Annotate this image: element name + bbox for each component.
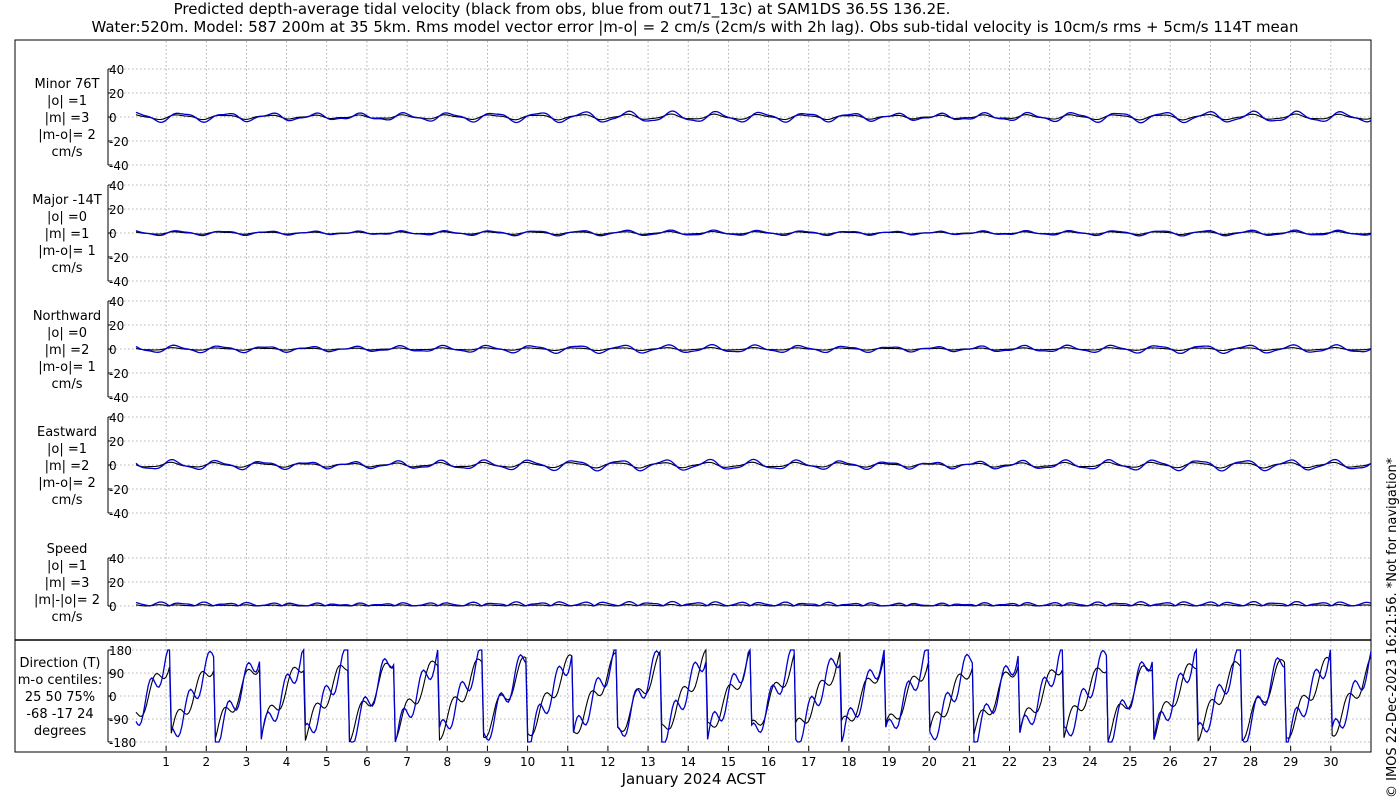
x-tick-label: 11 <box>560 755 575 769</box>
x-tick-label: 5 <box>323 755 331 769</box>
y-tick-label: 40 <box>109 63 124 77</box>
panel-label-major: |o| =0 <box>47 210 87 225</box>
panel-label-speed: Speed <box>47 542 88 557</box>
y-tick-label: 40 <box>109 295 124 309</box>
panel-label-direction: 25 50 75% <box>25 690 95 705</box>
panel-label-direction: m-o centiles: <box>18 673 103 688</box>
x-tick-label: 18 <box>841 755 856 769</box>
panel-label-direction: degrees <box>34 724 87 739</box>
panel-label-direction: Direction (T) <box>20 656 101 671</box>
panel-label-minor: cm/s <box>52 145 83 160</box>
x-tick-label: 7 <box>403 755 411 769</box>
y-tick-label: -40 <box>109 275 129 289</box>
y-tick-label: 20 <box>109 576 124 590</box>
x-tick-label: 22 <box>1002 755 1017 769</box>
panel-label-northward: |m| =2 <box>45 343 90 358</box>
y-tick-label: -20 <box>109 251 129 265</box>
x-tick-label: 6 <box>363 755 371 769</box>
panel-label-major: |m| =1 <box>45 227 90 242</box>
x-tick-label: 20 <box>922 755 937 769</box>
x-tick-label: 9 <box>484 755 492 769</box>
y-tick-label: -180 <box>109 736 136 750</box>
x-tick-label: 29 <box>1283 755 1298 769</box>
x-tick-label: 25 <box>1122 755 1137 769</box>
y-tick-label: 40 <box>109 552 124 566</box>
x-tick-label: 19 <box>881 755 896 769</box>
panel-label-major: |m-o|= 1 <box>38 244 96 259</box>
tidal-velocity-chart: 1 2 3 4 5 6 7 8 9 10 11 12 13 14 15 16 17 18 19 20 21 22 23 24 2… <box>14 39 1372 788</box>
x-tick-label: 21 <box>962 755 977 769</box>
y-tick-label: 40 <box>109 411 124 425</box>
x-tick-label: 17 <box>801 755 816 769</box>
y-tick-label: 180 <box>109 644 132 658</box>
y-tick-label: -20 <box>109 135 129 149</box>
y-tick-label: 20 <box>109 435 124 449</box>
panel-label-speed: |m|-|o|= 2 <box>34 593 100 608</box>
panel-label-eastward: cm/s <box>52 493 83 508</box>
y-tick-label: 0 <box>109 343 117 357</box>
y-tick-label: 20 <box>109 203 124 217</box>
y-tick-label: -40 <box>109 507 129 521</box>
y-tick-label: 20 <box>109 319 124 333</box>
y-tick-label: 0 <box>109 690 117 704</box>
x-tick-label: 4 <box>283 755 291 769</box>
plot-frame <box>14 39 1372 753</box>
y-tick-label: -40 <box>109 159 129 173</box>
y-tick-label: 0 <box>109 111 117 125</box>
copyright-credit: © IMOS 22-Dec-2023 16:21:56. *Not for na… <box>1385 457 1400 798</box>
x-tick-label: 16 <box>761 755 776 769</box>
y-tick-label: -90 <box>109 713 129 727</box>
panel-label-speed: |o| =1 <box>47 559 87 574</box>
x-tick-label: 12 <box>600 755 615 769</box>
x-tick-label: 26 <box>1163 755 1178 769</box>
panel-label-eastward: Eastward <box>37 425 97 440</box>
panel-label-speed: cm/s <box>52 610 83 625</box>
panel-label-northward: |m-o|= 1 <box>38 360 96 375</box>
panel-label-eastward: |o| =1 <box>47 442 87 457</box>
x-tick-label: 10 <box>520 755 535 769</box>
panel-label-minor: |m-o|= 2 <box>38 128 96 143</box>
x-tick-label: 28 <box>1243 755 1258 769</box>
x-tick-label: 24 <box>1082 755 1097 769</box>
panel-label-minor: |m| =3 <box>45 111 90 126</box>
panel-label-northward: Northward <box>33 309 101 324</box>
y-tick-label: 20 <box>109 87 124 101</box>
panel-label-major: Major -14T <box>32 193 101 208</box>
panel-label-northward: cm/s <box>52 377 83 392</box>
y-tick-label: -20 <box>109 483 129 497</box>
panel-label-minor: Minor 76T <box>35 77 100 92</box>
x-tick-label: 14 <box>681 755 696 769</box>
y-tick-label: 0 <box>109 459 117 473</box>
panel-label-northward: |o| =0 <box>47 326 87 341</box>
y-tick-label: -40 <box>109 391 129 405</box>
x-tick-label: 15 <box>721 755 736 769</box>
panel-label-eastward: |m-o|= 2 <box>38 476 96 491</box>
x-tick-label: 13 <box>640 755 655 769</box>
x-tick-label: 8 <box>443 755 451 769</box>
x-tick-label: 3 <box>243 755 251 769</box>
y-tick-label: 0 <box>109 227 117 241</box>
panel-label-direction: -68 -17 24 <box>26 707 93 722</box>
y-tick-label: -20 <box>109 367 129 381</box>
y-tick-label: 90 <box>109 667 124 681</box>
x-axis-label: January 2024 ACST <box>621 770 767 788</box>
panel-label-eastward: |m| =2 <box>45 459 90 474</box>
panel-label-minor: |o| =1 <box>47 94 87 109</box>
x-tick-label: 1 <box>162 755 170 769</box>
panel-label-speed: |m| =3 <box>45 576 90 591</box>
y-tick-label: 40 <box>109 179 124 193</box>
y-tick-label: 0 <box>109 600 117 614</box>
x-tick-label: 2 <box>202 755 210 769</box>
x-tick-label: 27 <box>1203 755 1218 769</box>
x-tick-label: 23 <box>1042 755 1057 769</box>
panel-label-major: cm/s <box>52 261 83 276</box>
x-tick-label: 30 <box>1323 755 1338 769</box>
